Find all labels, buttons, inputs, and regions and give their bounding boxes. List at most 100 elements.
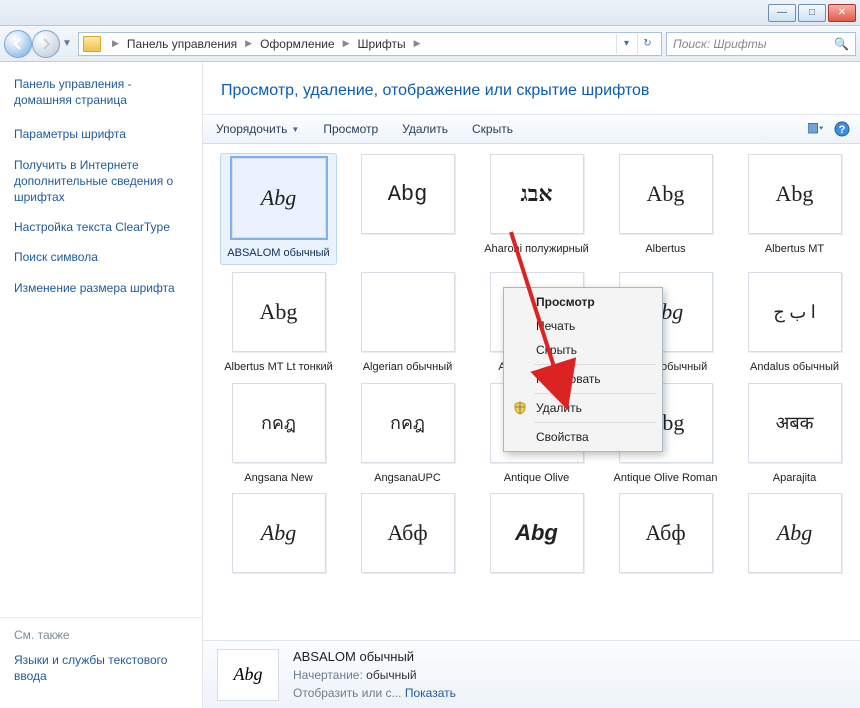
sidebar-link-cleartype[interactable]: Настройка текста ClearType <box>14 219 192 235</box>
details-font-name: ABSALOM обычный <box>293 649 456 664</box>
font-item[interactable]: Abg <box>221 493 336 581</box>
font-label: Aparajita <box>773 471 816 485</box>
sidebar-link-font-settings[interactable]: Параметры шрифта <box>14 126 192 142</box>
address-dropdown-button[interactable]: ▾ <box>616 34 636 54</box>
details-show-label: Отобразить или с... <box>293 686 402 700</box>
chevron-right-icon: ▶ <box>107 38 124 49</box>
font-label: Antique Olive Roman <box>614 471 718 485</box>
shield-icon <box>512 400 528 416</box>
chevron-down-icon: ▼ <box>291 125 299 134</box>
toolbar: Упорядочить ▼ Просмотр Удалить Скрыть ? <box>203 114 860 144</box>
view-options-button[interactable] <box>808 121 824 137</box>
font-label: Andalus обычный <box>750 360 839 374</box>
address-bar[interactable]: ▶ Панель управления ▶ Оформление ▶ Шрифт… <box>78 32 662 56</box>
font-thumbnail: Abg <box>361 154 455 234</box>
content-area: Просмотр, удаление, отображение или скры… <box>203 62 860 708</box>
breadcrumb-item[interactable]: Шрифты <box>355 37 409 51</box>
font-item[interactable]: Abg <box>350 154 465 264</box>
font-thumbnail: אבג <box>490 154 584 234</box>
font-thumbnail: Abg <box>748 154 842 234</box>
maximize-button[interactable]: □ <box>798 4 826 22</box>
ctx-delete[interactable]: Удалить <box>506 396 660 420</box>
chevron-right-icon: ▶ <box>240 38 257 49</box>
font-item[interactable]: अबक Aparajita <box>737 383 852 485</box>
font-item[interactable]: กคฎ AngsanaUPC <box>350 383 465 485</box>
font-thumbnail: กคฎ <box>361 383 455 463</box>
sidebar-separator <box>0 617 202 618</box>
font-item[interactable]: ا ب ج Andalus обычный <box>737 272 852 374</box>
chevron-right-icon: ▶ <box>409 38 426 49</box>
sidebar-see-also-header: См. также <box>14 628 192 642</box>
search-icon: 🔍 <box>834 37 849 51</box>
font-item[interactable]: Абф <box>608 493 723 581</box>
font-item[interactable]: Abg Albertus MT <box>737 154 852 264</box>
font-item[interactable]: Algerian обычный <box>350 272 465 374</box>
search-input[interactable]: Поиск: Шрифты 🔍 <box>666 32 856 56</box>
font-item[interactable]: Abg <box>479 493 594 581</box>
ctx-separator <box>534 422 656 423</box>
font-item[interactable]: Abg Albertus MT Lt тонкий <box>221 272 336 374</box>
font-item[interactable]: Абф <box>350 493 465 581</box>
font-thumbnail: अबक <box>748 383 842 463</box>
toolbar-organize-label: Упорядочить <box>216 122 287 136</box>
chevron-right-icon: ▶ <box>338 38 355 49</box>
svg-text:?: ? <box>839 124 846 136</box>
toolbar-organize[interactable]: Упорядочить ▼ <box>213 120 302 138</box>
font-item[interactable]: กคฎAngsana New <box>221 383 336 485</box>
refresh-button[interactable]: ↻ <box>637 34 657 54</box>
font-thumbnail: Abg <box>232 158 326 238</box>
font-thumbnail: Абф <box>619 493 713 573</box>
font-item[interactable]: AbgAlbertus <box>608 154 723 264</box>
font-thumbnail <box>361 272 455 352</box>
forward-button[interactable] <box>32 30 60 58</box>
sidebar-home-link[interactable]: Панель управления - домашняя страница <box>14 76 192 108</box>
font-thumbnail: Abg <box>490 493 584 573</box>
close-button[interactable]: ✕ <box>828 4 856 22</box>
font-label: Albertus MT Lt тонкий <box>224 360 333 374</box>
ctx-preview[interactable]: Просмотр <box>506 290 660 314</box>
font-thumbnail: Abg <box>619 154 713 234</box>
font-label: Aharoni полужирный <box>484 242 589 256</box>
font-thumbnail: ا ب ج <box>748 272 842 352</box>
folder-icon <box>83 36 101 52</box>
font-label: Angsana New <box>244 471 313 485</box>
toolbar-view[interactable]: Просмотр <box>320 120 381 138</box>
toolbar-delete[interactable]: Удалить <box>399 120 451 138</box>
font-thumbnail: Абф <box>361 493 455 573</box>
breadcrumb-item[interactable]: Оформление <box>257 37 337 51</box>
toolbar-hide[interactable]: Скрыть <box>469 120 516 138</box>
ctx-separator <box>534 364 656 365</box>
font-thumbnail: Abg <box>232 493 326 573</box>
details-show-link[interactable]: Показать <box>405 686 456 700</box>
details-thumbnail: Abg <box>217 649 279 701</box>
ctx-hide[interactable]: Скрыть <box>506 338 660 362</box>
minimize-button[interactable]: — <box>768 4 796 22</box>
sidebar-link-char-search[interactable]: Поиск символа <box>14 249 192 265</box>
ctx-separator <box>534 393 656 394</box>
sidebar-link-text-services[interactable]: Языки и службы текстового ввода <box>14 652 192 684</box>
font-item[interactable]: אבג Aharoni полужирный <box>479 154 594 264</box>
font-label: Albertus MT <box>765 242 824 256</box>
sidebar-link-online-info[interactable]: Получить в Интернете дополнительные свед… <box>14 157 192 206</box>
font-item[interactable]: Abg <box>737 493 852 581</box>
ctx-print[interactable]: Печать <box>506 314 660 338</box>
back-button[interactable] <box>4 30 32 58</box>
font-item[interactable]: AbgABSALOM обычный <box>221 154 336 264</box>
search-placeholder: Поиск: Шрифты <box>673 37 767 51</box>
navigation-bar: ▼ ▶ Панель управления ▶ Оформление ▶ Шри… <box>0 26 860 62</box>
font-thumbnail: Abg <box>748 493 842 573</box>
breadcrumb-item[interactable]: Панель управления <box>124 37 240 51</box>
font-label: Algerian обычный <box>363 360 453 374</box>
ctx-properties[interactable]: Свойства <box>506 425 660 449</box>
window-titlebar: — □ ✕ <box>0 0 860 26</box>
context-menu: Просмотр Печать Скрыть Копировать Удалит… <box>503 287 663 452</box>
font-thumbnail: Abg <box>232 272 326 352</box>
sidebar-link-font-size[interactable]: Изменение размера шрифта <box>14 280 192 296</box>
nav-history-dropdown[interactable]: ▼ <box>60 38 74 49</box>
font-label: AngsanaUPC <box>374 471 441 485</box>
ctx-delete-label: Удалить <box>536 401 582 415</box>
ctx-copy[interactable]: Копировать <box>506 367 660 391</box>
page-title: Просмотр, удаление, отображение или скры… <box>203 62 860 114</box>
font-label: Antique Olive <box>504 471 569 485</box>
help-button[interactable]: ? <box>834 121 850 137</box>
